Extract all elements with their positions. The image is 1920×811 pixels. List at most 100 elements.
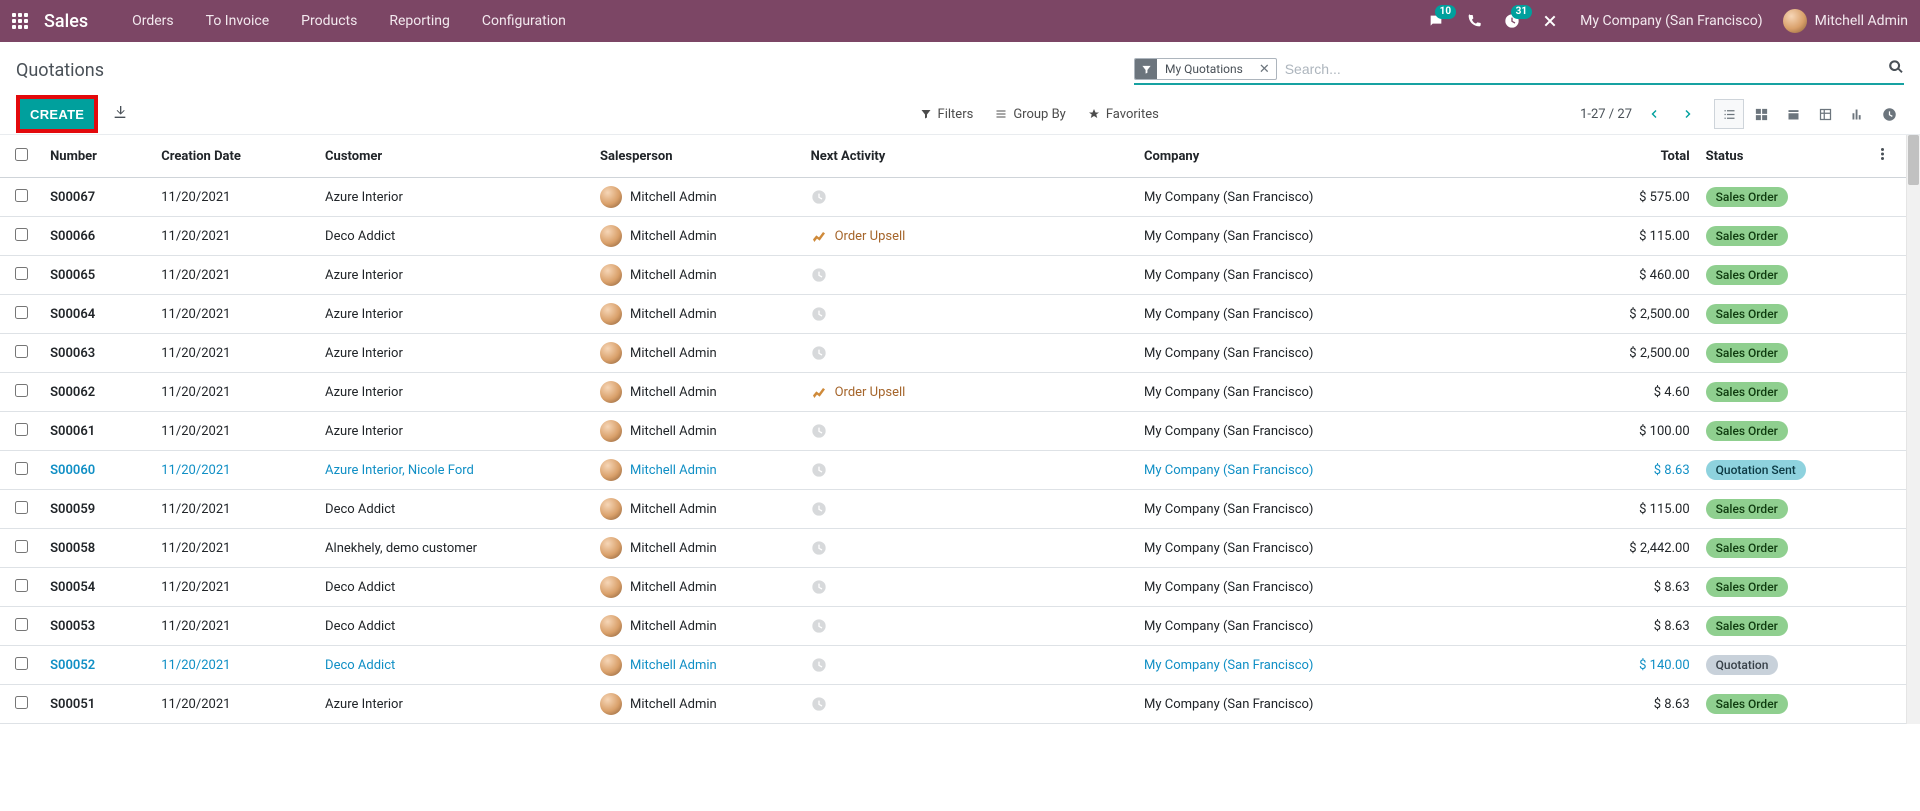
cell-activity [803, 568, 1136, 607]
cell-customer: Deco Addict [317, 646, 592, 685]
table-row[interactable]: S0005311/20/2021Deco AddictMitchell Admi… [0, 607, 1906, 646]
activity-upsell[interactable]: Order Upsell [811, 384, 1128, 400]
table-row[interactable]: S0006111/20/2021Azure InteriorMitchell A… [0, 412, 1906, 451]
nav-link-to-invoice[interactable]: To Invoice [190, 0, 286, 42]
th-total[interactable]: Total [1581, 135, 1698, 178]
view-graph-icon[interactable] [1842, 99, 1872, 129]
table-row[interactable]: S0006211/20/2021Azure InteriorMitchell A… [0, 373, 1906, 412]
cell-company: My Company (San Francisco) [1136, 295, 1581, 334]
cell-total: $ 115.00 [1581, 217, 1698, 256]
row-checkbox[interactable] [0, 412, 42, 451]
cell-empty [1873, 607, 1906, 646]
row-checkbox[interactable] [0, 568, 42, 607]
pager-prev[interactable] [1642, 102, 1666, 126]
company-selector[interactable]: My Company (San Francisco) [1580, 13, 1762, 29]
cell-status: Sales Order [1698, 334, 1874, 373]
table-row[interactable]: S0005911/20/2021Deco AddictMitchell Admi… [0, 490, 1906, 529]
table-row[interactable]: S0006611/20/2021Deco AddictMitchell Admi… [0, 217, 1906, 256]
row-checkbox[interactable] [0, 451, 42, 490]
view-calendar-icon[interactable] [1778, 99, 1808, 129]
favorites-button[interactable]: Favorites [1088, 107, 1159, 122]
activity-clock-icon[interactable] [811, 501, 1128, 517]
app-title[interactable]: Sales [44, 11, 88, 32]
activity-clock-icon[interactable] [811, 345, 1128, 361]
create-button[interactable]: CREATE [20, 99, 94, 129]
activity-label: Order Upsell [835, 385, 906, 400]
th-company[interactable]: Company [1136, 135, 1581, 178]
groupby-button[interactable]: Group By [995, 107, 1066, 122]
table-row[interactable]: S0005111/20/2021Azure InteriorMitchell A… [0, 685, 1906, 724]
row-checkbox[interactable] [0, 529, 42, 568]
search-input[interactable] [1283, 56, 1904, 82]
cell-empty [1873, 256, 1906, 295]
table-row[interactable]: S0005411/20/2021Deco AddictMitchell Admi… [0, 568, 1906, 607]
row-checkbox[interactable] [0, 178, 42, 217]
pager-next[interactable] [1676, 102, 1700, 126]
filters-button[interactable]: Filters [920, 107, 974, 122]
row-checkbox[interactable] [0, 373, 42, 412]
nav-link-reporting[interactable]: Reporting [373, 0, 466, 42]
nav-link-configuration[interactable]: Configuration [466, 0, 582, 42]
table-row[interactable]: S0006511/20/2021Azure InteriorMitchell A… [0, 256, 1906, 295]
debug-close-icon[interactable] [1538, 9, 1562, 33]
th-customer[interactable]: Customer [317, 135, 592, 178]
activity-clock-icon[interactable] [811, 189, 1128, 205]
status-badge: Sales Order [1706, 421, 1788, 441]
row-checkbox[interactable] [0, 490, 42, 529]
phone-icon[interactable] [1462, 9, 1486, 33]
view-activity-icon[interactable] [1874, 99, 1904, 129]
scrollbar-thumb[interactable] [1908, 135, 1919, 185]
search-icon[interactable] [1888, 59, 1904, 79]
row-checkbox[interactable] [0, 646, 42, 685]
apps-icon[interactable] [12, 13, 28, 29]
view-kanban-icon[interactable] [1746, 99, 1776, 129]
table-row[interactable]: S0006311/20/2021Azure InteriorMitchell A… [0, 334, 1906, 373]
cell-status: Sales Order [1698, 412, 1874, 451]
view-pivot-icon[interactable] [1810, 99, 1840, 129]
pager-value[interactable]: 1-27 / 27 [1580, 107, 1632, 122]
activity-clock-icon[interactable] [811, 696, 1128, 712]
th-activity[interactable]: Next Activity [803, 135, 1136, 178]
activity-clock-icon[interactable] [811, 462, 1128, 478]
th-date[interactable]: Creation Date [153, 135, 317, 178]
nav-link-orders[interactable]: Orders [116, 0, 190, 42]
table-row[interactable]: S0006411/20/2021Azure InteriorMitchell A… [0, 295, 1906, 334]
activity-clock-icon[interactable] [811, 306, 1128, 322]
activity-upsell[interactable]: Order Upsell [811, 228, 1128, 244]
table-row[interactable]: S0006011/20/2021Azure Interior, Nicole F… [0, 451, 1906, 490]
activity-clock-icon[interactable] [811, 579, 1128, 595]
table-row[interactable]: S0005211/20/2021Deco AddictMitchell Admi… [0, 646, 1906, 685]
user-avatar-icon [1783, 9, 1807, 33]
row-checkbox[interactable] [0, 334, 42, 373]
th-status[interactable]: Status [1698, 135, 1874, 178]
table-row[interactable]: S0005811/20/2021Alnekhely, demo customer… [0, 529, 1906, 568]
th-number[interactable]: Number [42, 135, 153, 178]
search-area[interactable]: My Quotations ✕ [1134, 55, 1904, 85]
table-row[interactable]: S0006711/20/2021Azure InteriorMitchell A… [0, 178, 1906, 217]
row-checkbox[interactable] [0, 607, 42, 646]
nav-link-products[interactable]: Products [285, 0, 373, 42]
row-checkbox[interactable] [0, 685, 42, 724]
activity-clock-icon[interactable] [811, 540, 1128, 556]
activity-clock-icon[interactable] [811, 657, 1128, 673]
row-checkbox[interactable] [0, 217, 42, 256]
row-checkbox[interactable] [0, 256, 42, 295]
th-salesperson[interactable]: Salesperson [592, 135, 803, 178]
row-checkbox[interactable] [0, 295, 42, 334]
close-icon[interactable]: ✕ [1253, 62, 1276, 77]
import-icon[interactable] [112, 104, 128, 124]
messaging-icon[interactable]: 10 [1424, 9, 1448, 33]
activity-clock-icon[interactable] [811, 267, 1128, 283]
activity-clock-icon[interactable] [811, 423, 1128, 439]
activity-clock-icon[interactable] [811, 618, 1128, 634]
activities-icon[interactable]: 31 [1500, 9, 1524, 33]
cell-date: 11/20/2021 [153, 607, 317, 646]
control-panel: Quotations My Quotations ✕ CREATE [0, 42, 1920, 135]
user-menu[interactable]: Mitchell Admin [1783, 9, 1908, 33]
cell-salesperson: Mitchell Admin [592, 451, 803, 490]
select-all-checkbox[interactable] [0, 135, 42, 178]
vertical-scrollbar[interactable] [1906, 135, 1920, 724]
view-list-icon[interactable] [1714, 99, 1744, 129]
activities-badge: 31 [1511, 5, 1532, 19]
th-options-icon[interactable] [1873, 135, 1906, 178]
